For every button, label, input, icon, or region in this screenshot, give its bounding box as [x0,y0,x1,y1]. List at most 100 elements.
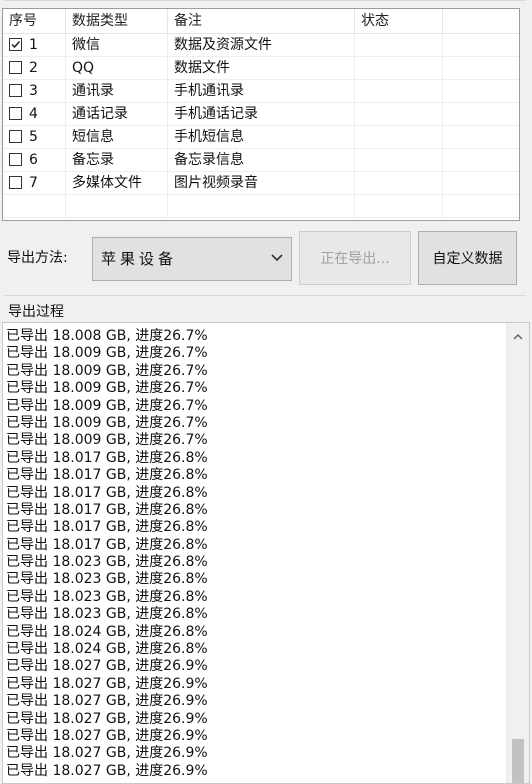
log-line: 已导出 18.017 GB, 进度26.8% [6,484,208,501]
seq-cell: 5 [3,126,66,148]
column-header-type[interactable]: 数据类型 [66,9,168,34]
row-status [355,149,443,171]
seq-cell: 1 [3,34,66,56]
row-checkbox[interactable] [9,38,22,51]
seq-cell: 3 [3,80,66,102]
row-seq: 1 [29,37,38,53]
row-type: 通讯录 [66,80,168,102]
seq-cell: 2 [3,57,66,79]
process-title: 导出过程 [6,301,66,321]
row-type: 通话记录 [66,103,168,125]
row-checkbox[interactable] [9,84,22,97]
chevron-down-icon [271,254,283,262]
row-type: 多媒体文件 [66,172,168,194]
row-note: 手机通话记录 [168,103,355,125]
row-checkbox[interactable] [9,176,22,189]
log-line: 已导出 18.017 GB, 进度26.8% [6,519,208,536]
list-row-empty [3,195,519,218]
row-note: 数据文件 [168,57,355,79]
log-line: 已导出 18.024 GB, 进度26.8% [6,623,208,640]
log-line: 已导出 18.024 GB, 进度26.8% [6,641,208,658]
log-line: 已导出 18.027 GB, 进度26.9% [6,710,208,727]
row-note: 数据及资源文件 [168,34,355,56]
empty-cell [168,195,355,217]
row-status [355,34,443,56]
log-line: 已导出 18.009 GB, 进度26.7% [6,432,208,449]
list-row[interactable]: 3 通讯录 手机通讯录 [3,80,519,103]
row-note: 图片视频录音 [168,172,355,194]
data-type-list[interactable]: 序号 数据类型 备注 状态 1 微信 数据及资源文件 2 QQ 数据文件 3 通讯录 手机通讯录… [2,8,520,221]
log-line: 已导出 18.017 GB, 进度26.8% [6,501,208,518]
row-status [355,103,443,125]
log-line: 已导出 18.023 GB, 进度26.8% [6,571,208,588]
log-line: 已导出 18.008 GB, 进度26.7% [6,328,208,344]
empty-cell [66,195,168,217]
log-line: 已导出 18.009 GB, 进度26.7% [6,345,208,362]
log-line: 已导出 18.023 GB, 进度26.8% [6,606,208,623]
export-method-select[interactable]: 苹果设备 [92,237,292,281]
log-line: 已导出 18.027 GB, 进度26.9% [6,693,208,710]
row-checkbox[interactable] [9,153,22,166]
row-checkbox[interactable] [9,61,22,74]
list-row[interactable]: 1 微信 数据及资源文件 [3,34,519,57]
row-status [355,80,443,102]
log-line: 已导出 18.009 GB, 进度26.7% [6,397,208,414]
row-status [355,57,443,79]
log-line: 已导出 18.009 GB, 进度26.7% [6,414,208,431]
export-method-label: 导出方法: [7,250,68,266]
row-status [355,172,443,194]
column-header-seq[interactable]: 序号 [3,9,66,34]
scroll-up-icon[interactable] [513,333,523,340]
log-line: 已导出 18.017 GB, 进度26.8% [6,536,208,553]
export-method-value: 苹果设备 [101,250,178,268]
list-row[interactable]: 4 通话记录 手机通话记录 [3,103,519,126]
log-line: 已导出 18.027 GB, 进度26.9% [6,762,208,779]
row-note: 手机通讯录 [168,80,355,102]
exporting-button[interactable]: 正在导出... [299,231,411,285]
list-header: 序号 数据类型 备注 状态 [3,9,519,34]
checkmark-icon [11,40,21,49]
log-line: 已导出 18.023 GB, 进度26.8% [6,588,208,605]
seq-cell: 6 [3,149,66,171]
log-line: 已导出 18.009 GB, 进度26.7% [6,380,208,397]
column-header-note[interactable]: 备注 [168,9,355,34]
seq-cell: 7 [3,172,66,194]
scroll-thumb[interactable] [512,739,524,783]
seq-cell: 4 [3,103,66,125]
row-type: 短信息 [66,126,168,148]
log-line: 已导出 18.017 GB, 进度26.8% [6,449,208,466]
list-row[interactable]: 6 备忘录 备忘录信息 [3,149,519,172]
row-checkbox[interactable] [9,107,22,120]
log-lines: 已导出 18.008 GB, 进度26.7% 已导出 18.009 GB, 进度2… [6,328,501,780]
empty-cell [355,195,443,217]
list-row[interactable]: 2 QQ 数据文件 [3,57,519,80]
data-groupbox-border [4,0,526,1]
empty-cell [3,195,66,217]
row-type: 微信 [66,34,168,56]
row-seq: 3 [29,83,38,99]
custom-data-button[interactable]: 自定义数据 [418,231,517,285]
list-row[interactable]: 7 多媒体文件 图片视频录音 [3,172,519,195]
row-seq: 5 [29,129,38,145]
log-line: 已导出 18.009 GB, 进度26.7% [6,362,208,379]
list-row[interactable]: 5 短信息 手机短信息 [3,126,519,149]
log-line: 已导出 18.027 GB, 进度26.9% [6,727,208,744]
dropdown-arrow[interactable] [263,238,291,280]
log-scrollbar[interactable] [506,323,529,783]
row-seq: 7 [29,175,38,191]
row-status [355,126,443,148]
row-note: 手机短信息 [168,126,355,148]
process-groupbox-border [4,295,526,296]
log-line: 已导出 18.023 GB, 进度26.8% [6,554,208,571]
row-note: 备忘录信息 [168,149,355,171]
log-line: 已导出 18.027 GB, 进度26.9% [6,658,208,675]
row-seq: 4 [29,106,38,122]
log-line: 已导出 18.017 GB, 进度26.8% [6,467,208,484]
row-checkbox[interactable] [9,130,22,143]
log-line: 已导出 18.027 GB, 进度26.9% [6,745,208,762]
row-seq: 6 [29,152,38,168]
export-log[interactable]: 已导出 18.008 GB, 进度26.7% 已导出 18.009 GB, 进度2… [2,322,530,784]
column-header-status[interactable]: 状态 [355,9,443,34]
row-seq: 2 [29,60,38,76]
row-type: QQ [66,57,168,79]
